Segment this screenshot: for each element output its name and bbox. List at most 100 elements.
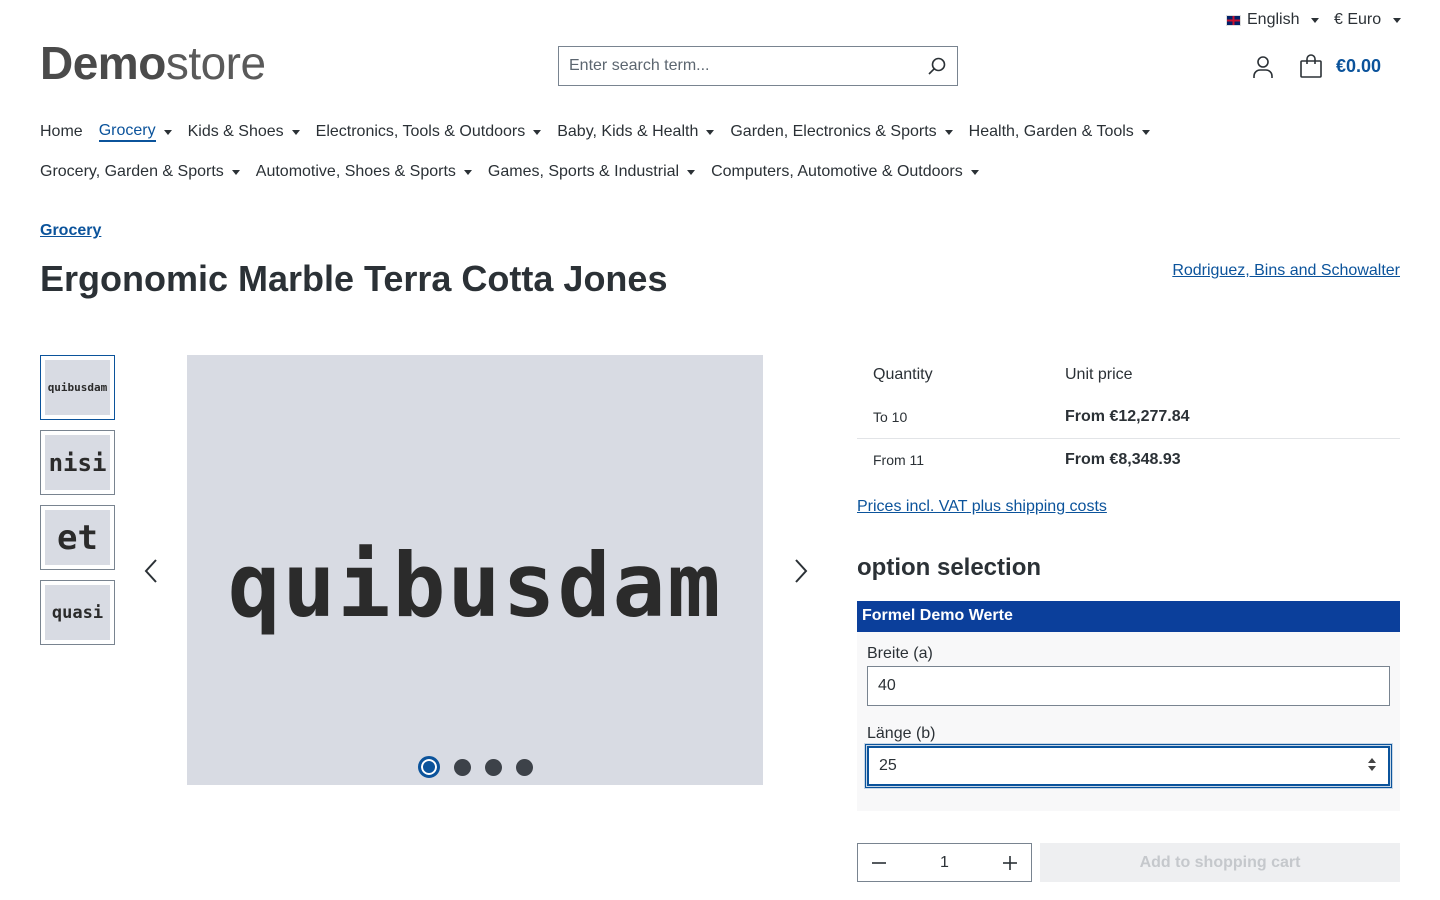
chevron-down-icon — [231, 169, 240, 175]
price-qty: To 10 — [873, 408, 908, 425]
nav-label: Electronics, Tools & Outdoors — [315, 123, 526, 140]
quantity-value[interactable]: 1 — [900, 854, 989, 872]
search-button[interactable] — [917, 47, 957, 85]
chevron-down-icon — [533, 129, 542, 135]
gallery-dot-2[interactable] — [454, 758, 471, 776]
nav-label: Grocery — [98, 122, 156, 142]
plus-icon — [1003, 855, 1017, 870]
vat-shipping-link[interactable]: Prices incl. VAT plus shipping costs — [857, 498, 1107, 516]
chevron-down-icon — [291, 129, 300, 135]
gallery-next-button[interactable] — [786, 551, 816, 591]
currency-label: € Euro — [1334, 11, 1382, 28]
product-title: Ergonomic Marble Terra Cotta Jones — [40, 258, 668, 299]
quantity-decrease-button[interactable] — [858, 844, 900, 881]
chevron-down-icon — [944, 129, 953, 135]
add-to-cart-button[interactable]: Add to shopping cart — [1040, 843, 1400, 882]
number-spinner[interactable] — [1368, 758, 1376, 771]
nav-label: Computers, Automotive & Outdoors — [711, 163, 963, 180]
search-input[interactable] — [559, 47, 917, 85]
nav-label: Grocery, Garden & Sports — [40, 163, 224, 180]
chevron-right-icon — [795, 559, 808, 583]
quantity-stepper: 1 — [857, 843, 1032, 882]
gallery-dot-3[interactable] — [485, 758, 502, 776]
nav-item-kids-shoes[interactable]: Kids & Shoes — [188, 120, 300, 144]
search-icon — [928, 57, 946, 75]
thumbnail-image: et — [45, 510, 110, 565]
nav-label: Kids & Shoes — [187, 123, 284, 140]
price-table-header: Quantity Unit price — [857, 355, 1400, 395]
quantity-header: Quantity — [873, 366, 933, 383]
chevron-left-icon — [144, 559, 157, 583]
length-value: 25 — [879, 757, 897, 774]
chevron-down-icon — [687, 169, 696, 175]
thumbnail-image: nisi — [45, 435, 110, 490]
option-selection-title: option selection — [857, 554, 1042, 581]
gallery-dot-4[interactable] — [516, 758, 533, 776]
table-row: To 10 From €12,277.84 — [857, 395, 1400, 438]
price-table: Quantity Unit price To 10 From €12,277.8… — [857, 355, 1400, 481]
nav-label: Games, Sports & Industrial — [487, 163, 680, 180]
main-image-text: quibusdam — [227, 533, 723, 637]
quantity-increase-button[interactable] — [989, 844, 1031, 881]
currency-switcher[interactable]: € Euro — [1334, 10, 1402, 30]
nav-item-garden-electronics-sports[interactable]: Garden, Electronics & Sports — [730, 120, 953, 144]
nav-item-automotive-shoes-sports[interactable]: Automotive, Shoes & Sports — [256, 160, 472, 184]
formel-demo-group: Formel Demo Werte Breite (a) 40 Länge (b… — [857, 601, 1400, 811]
nav-label: Baby, Kids & Health — [557, 123, 699, 140]
nav-label: Health, Garden & Tools — [968, 123, 1134, 140]
nav-item-games-sports-industrial[interactable]: Games, Sports & Industrial — [487, 160, 696, 184]
uk-flag-icon — [1226, 14, 1241, 26]
unit-price-header: Unit price — [1065, 366, 1133, 383]
logo-light: store — [165, 37, 266, 89]
thumbnail-1[interactable]: quibusdam — [40, 355, 115, 420]
nav-label: Automotive, Shoes & Sports — [255, 163, 456, 180]
chevron-down-icon — [970, 169, 979, 175]
nav-item-grocery[interactable]: Grocery — [98, 120, 172, 144]
nav-label: Garden, Electronics & Sports — [730, 123, 937, 140]
minus-icon — [872, 861, 886, 864]
chevron-down-icon — [1311, 17, 1320, 23]
thumbnail-3[interactable]: et — [40, 505, 115, 570]
nav-item-computers-automotive-outdoors[interactable]: Computers, Automotive & Outdoors — [711, 160, 979, 184]
chevron-down-icon — [706, 129, 715, 135]
breadcrumb-grocery[interactable]: Grocery — [40, 222, 101, 240]
chevron-down-icon — [163, 129, 172, 135]
nav-item-health-garden-tools[interactable]: Health, Garden & Tools — [969, 120, 1150, 144]
manufacturer-link[interactable]: Rodriguez, Bins and Schowalter — [1172, 262, 1400, 280]
width-label: Breite (a) — [867, 645, 933, 662]
chevron-down-icon — [463, 169, 472, 175]
account-button[interactable] — [1250, 54, 1276, 80]
search-box — [558, 46, 958, 86]
chevron-down-icon — [1141, 129, 1150, 135]
gallery-prev-button[interactable] — [136, 551, 166, 591]
main-nav-row-1: Home Grocery Kids & Shoes Electronics, T… — [40, 120, 1166, 144]
cart-total: €0.00 — [1336, 55, 1382, 76]
nav-item-electronics-tools-outdoors[interactable]: Electronics, Tools & Outdoors — [316, 120, 542, 144]
spinner-up-icon — [1368, 758, 1376, 763]
length-input[interactable]: 25 — [865, 744, 1392, 788]
cart-button[interactable]: €0.00 — [1298, 52, 1381, 80]
nav-item-baby-kids-health[interactable]: Baby, Kids & Health — [557, 120, 715, 144]
gallery-dot-1[interactable] — [418, 756, 440, 778]
store-logo[interactable]: Demostore — [40, 38, 266, 88]
user-icon — [1253, 56, 1273, 78]
main-product-image[interactable]: quibusdam — [187, 355, 763, 785]
width-input[interactable]: 40 — [867, 666, 1390, 706]
nav-item-home[interactable]: Home — [40, 120, 83, 144]
price-qty: From 11 — [873, 452, 925, 468]
price-value: From €8,348.93 — [1065, 451, 1181, 468]
thumbnail-4[interactable]: quasi — [40, 580, 115, 645]
thumbnail-image: quasi — [45, 585, 110, 640]
spinner-down-icon — [1368, 766, 1376, 771]
table-row: From 11 From €8,348.93 — [857, 438, 1400, 481]
nav-item-grocery-garden-sports[interactable]: Grocery, Garden & Sports — [40, 160, 240, 184]
chevron-down-icon — [1393, 17, 1402, 23]
logo-bold: Demo — [40, 37, 166, 89]
price-value: From €12,277.84 — [1065, 407, 1190, 425]
formel-group-header: Formel Demo Werte — [857, 601, 1400, 632]
main-nav-row-2: Grocery, Garden & Sports Automotive, Sho… — [40, 160, 995, 184]
thumbnail-2[interactable]: nisi — [40, 430, 115, 495]
language-switcher[interactable]: English — [1226, 10, 1320, 30]
length-label: Länge (b) — [867, 725, 936, 742]
nav-label: Home — [40, 123, 83, 140]
